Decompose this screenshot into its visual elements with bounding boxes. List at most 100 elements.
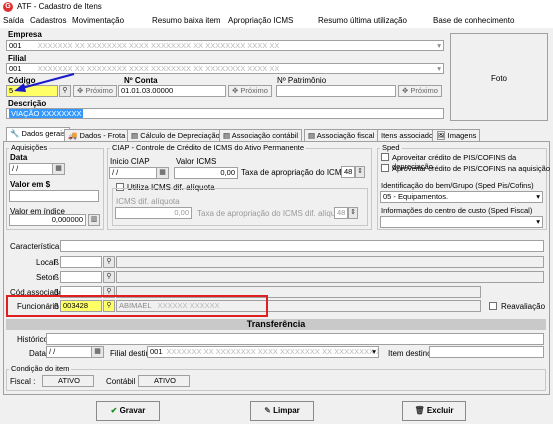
item-destino-label: Item destino	[388, 349, 432, 358]
nconta-input[interactable]: 01.01.03.00000	[118, 85, 226, 97]
document-icon: ▤	[131, 131, 139, 140]
pis-cofins-aquisicao-label: Aproveitar crédito de PIS/COFINS na aqui…	[392, 164, 550, 173]
title-bar: G ATF - Cadastro de Itens	[0, 0, 553, 14]
image-icon: 🖼	[436, 131, 446, 140]
app-logo-icon: G	[3, 2, 13, 12]
taxa-dif-label: Taxa de apropriação do ICMS dif. alíquot…	[197, 209, 356, 218]
calendar-icon[interactable]: ▦	[52, 163, 65, 175]
broom-icon: ✎	[264, 406, 271, 415]
checkmark-icon: ✔	[110, 406, 118, 415]
npatrimonio-input[interactable]	[276, 85, 396, 97]
menu-resumo-ultima-utilizacao[interactable]: Resumo última utilização	[318, 16, 407, 25]
chevron-down-icon: ▾	[536, 192, 540, 201]
document-icon: ▤	[223, 131, 231, 140]
valor-input[interactable]	[9, 190, 99, 202]
taxa-apropriacao-label: Taxa de apropriação do ICMS 1/	[241, 168, 356, 177]
condicao-title: Condição do item	[9, 364, 72, 373]
binoculars-icon[interactable]: ⚲	[103, 271, 115, 283]
menu-apropriacao-icms[interactable]: Apropriação ICMS	[228, 16, 293, 25]
empresa-label: Empresa	[8, 30, 42, 39]
valor-icms-input[interactable]: 0,00	[174, 167, 238, 179]
valor-indice-input[interactable]: 0,000000	[9, 214, 86, 226]
tab-dados-gerais[interactable]: 🔧 Dados gerais	[6, 127, 70, 142]
transf-data-label: Data	[29, 349, 46, 358]
annotation-highlight-box	[6, 295, 268, 317]
local-description	[116, 256, 544, 268]
chevron-down-icon: ▾	[536, 217, 540, 226]
spinner-icon[interactable]: ⇕	[348, 207, 358, 219]
chevron-down-icon: ▾	[437, 41, 441, 50]
historico-label: Histórico	[17, 335, 49, 344]
annotation-arrow	[14, 73, 75, 92]
contabil-status: ATIVO	[138, 375, 190, 387]
calendar-icon[interactable]: ▦	[91, 346, 104, 358]
chevron-down-icon: ▾	[437, 64, 441, 73]
centro-custo-label: Informações do centro de custo (Sped Fis…	[381, 206, 533, 215]
gravar-button[interactable]: ✔ Gravar	[96, 401, 160, 421]
taxa-dif-input[interactable]: 48	[334, 207, 348, 219]
descricao-label: Descrição	[8, 99, 47, 108]
foto-panel[interactable]: Foto	[450, 33, 548, 121]
reavaliacao-checkbox[interactable]	[489, 302, 497, 310]
window-title: ATF - Cadastro de Itens	[17, 2, 102, 11]
taxa-apropriacao-input[interactable]: 48	[341, 166, 355, 178]
npatrimonio-label: Nº Patrimônio	[277, 76, 327, 85]
sped-title: Sped	[380, 143, 402, 152]
menu-resumo-baixa-item[interactable]: Resumo baixa item	[152, 16, 220, 25]
aquisicoes-title: Aquisições	[9, 143, 50, 152]
nconta-proximo-button[interactable]: ✥ Próximo	[228, 85, 272, 97]
contabil-label: Contábil :	[106, 377, 140, 386]
descricao-input[interactable]: VIAÇÃO XXXXXXXX	[6, 108, 444, 119]
info-icon: ß	[54, 258, 59, 267]
calendar-icon[interactable]: ▦	[156, 167, 169, 179]
nconta-label: Nº Conta	[124, 76, 158, 85]
identificacao-bem-label: Identificação do bem/Grupo (Sped Pis/Cof…	[381, 181, 534, 190]
filial-destino-name: XXXXXXX XX XXXXXXXX XXXX XXXXXXXX XX XXX…	[166, 347, 379, 356]
caracteristica-label: Característica	[10, 242, 60, 251]
pis-cofins-depreciacao-checkbox[interactable]	[381, 153, 389, 161]
empresa-select[interactable]: 001 XXXXXXX XX XXXXXXXX XXXX XXXXXXXX XX…	[6, 40, 444, 51]
identificacao-bem-select[interactable]: 05 - Equipamentos. ▾	[380, 191, 543, 203]
fiscal-status: ATIVO	[42, 375, 94, 387]
pis-cofins-aquisicao-checkbox[interactable]	[381, 164, 389, 172]
npatrimonio-proximo-button[interactable]: ✥ Próximo	[398, 85, 442, 97]
historico-input[interactable]	[46, 333, 544, 345]
info-icon: ß	[54, 273, 59, 282]
local-input[interactable]	[60, 256, 102, 268]
truck-icon: 🚚	[68, 131, 78, 140]
reavaliacao-label: Reavaliação	[501, 302, 546, 311]
item-destino-input[interactable]	[429, 346, 544, 358]
trash-icon: 🗑	[414, 406, 425, 415]
menu-saida[interactable]: Saída	[3, 16, 24, 25]
icms-dif-label: ICMS dif. alíquota	[116, 197, 180, 206]
setor-input[interactable]	[60, 271, 102, 283]
valor-label: Valor em $	[10, 180, 51, 189]
transferencia-header: Transferência	[6, 319, 546, 330]
calculator-icon[interactable]: ▥	[88, 214, 100, 226]
filial-destino-select[interactable]: 001 XXXXXXX XX XXXXXXXX XXXX XXXXXXXX XX …	[147, 346, 379, 358]
wrench-icon: 🔧	[10, 129, 20, 138]
document-icon: ▤	[308, 131, 316, 140]
local-label: Local	[36, 258, 56, 267]
limpar-button[interactable]: ✎ Limpar	[250, 401, 314, 421]
icms-dif-input[interactable]: 0,00	[115, 207, 192, 219]
setor-label: Setor	[36, 273, 56, 282]
filial-destino-code: 001	[150, 347, 163, 356]
spinner-icon[interactable]: ⇕	[355, 166, 365, 178]
binoculars-icon[interactable]: ⚲	[103, 256, 115, 268]
aquisicoes-data-label: Data	[10, 153, 28, 162]
centro-custo-select[interactable]: ▾	[380, 216, 543, 228]
descricao-selection: VIAÇÃO XXXXXXXX	[9, 109, 84, 118]
ciap-title: CIAP - Controle de Crédito de ICMS do At…	[110, 143, 307, 152]
chevron-down-icon: ▾	[372, 347, 376, 356]
menu-base-conhecimento[interactable]: Base de conhecimento	[433, 16, 514, 25]
valor-icms-label: Valor ICMS	[176, 157, 217, 166]
menu-movimentacao[interactable]: Movimentação	[72, 16, 124, 25]
menu-cadastros[interactable]: Cadastros	[30, 16, 66, 25]
foto-label: Foto	[490, 74, 507, 83]
caracteristica-input[interactable]	[60, 240, 544, 252]
empresa-code: 001	[9, 41, 22, 50]
fiscal-label: Fiscal :	[10, 377, 36, 386]
inicio-ciap-label: Inicio CIAP	[110, 157, 150, 166]
excluir-button[interactable]: 🗑 Excluir	[402, 401, 466, 421]
